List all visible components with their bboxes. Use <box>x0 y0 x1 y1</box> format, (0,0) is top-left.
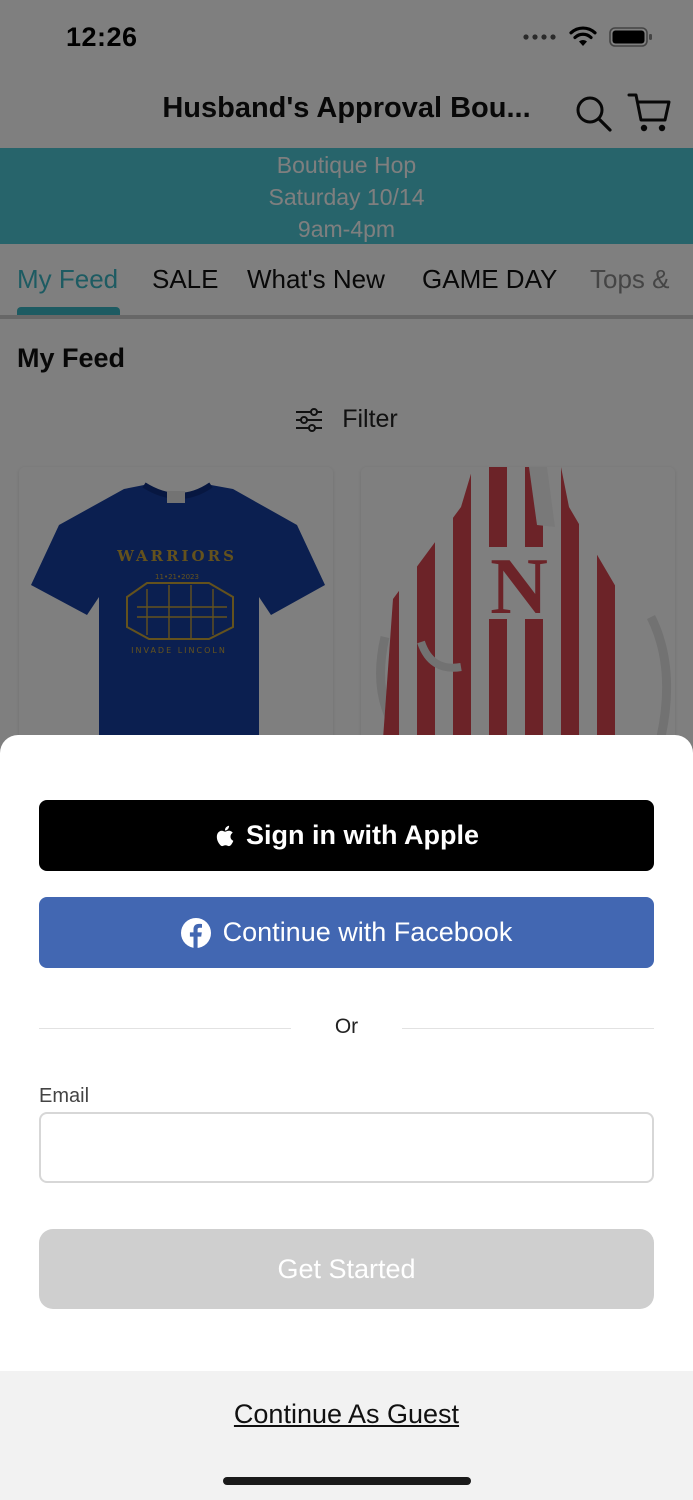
continue-as-guest-link[interactable]: Continue As Guest <box>0 1399 693 1430</box>
continue-with-facebook-button[interactable]: Continue with Facebook <box>39 897 654 968</box>
apple-icon <box>214 824 234 848</box>
app-screen: 12:26 Husband's Approval Bou... <box>0 0 693 1500</box>
facebook-button-label: Continue with Facebook <box>222 917 513 947</box>
email-label: Email <box>39 1085 90 1107</box>
guest-footer: Continue As Guest <box>0 1371 693 1500</box>
divider-right <box>402 1028 654 1029</box>
facebook-icon <box>180 917 211 948</box>
sign-in-sheet: Sign in with Apple Continue with Faceboo… <box>0 735 693 1500</box>
or-separator: Or <box>334 1015 359 1038</box>
apple-button-label: Sign in with Apple <box>246 820 479 850</box>
sign-in-with-apple-button[interactable]: Sign in with Apple <box>39 800 654 871</box>
get-started-button[interactable]: Get Started <box>39 1229 654 1309</box>
email-field[interactable] <box>39 1112 654 1183</box>
home-indicator <box>223 1477 471 1485</box>
